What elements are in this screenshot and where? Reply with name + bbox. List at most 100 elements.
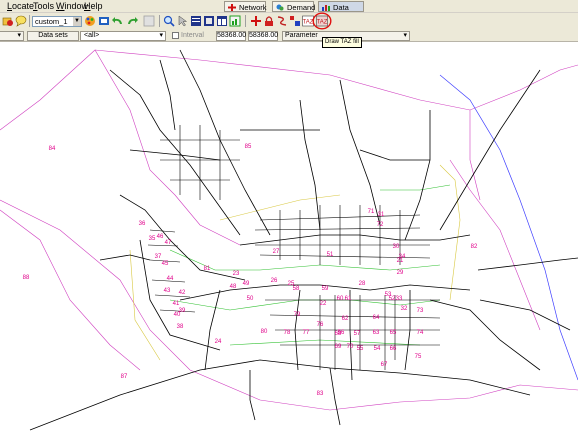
blue-boundary [439, 74, 578, 381]
zone-label: 62 [342, 316, 349, 322]
graphic-parameters-icon[interactable] [98, 15, 110, 27]
zoom-icon[interactable] [163, 15, 175, 27]
zone-border [94, 49, 578, 111]
redo-icon[interactable] [126, 15, 138, 27]
zone-label: 33 [396, 296, 403, 302]
chart-window-icon[interactable] [229, 15, 241, 27]
road [129, 149, 221, 161]
open-version-icon[interactable] [2, 15, 14, 27]
menu-help[interactable]: Help [84, 1, 103, 11]
road [159, 59, 176, 131]
zone-label: 85 [245, 144, 252, 150]
route-icon[interactable] [276, 15, 288, 27]
layout-icon[interactable] [143, 15, 155, 27]
options-bar: ▾ Data sets <all> ▾ Interval 58368.00 58… [0, 30, 578, 42]
zone-label: 44 [167, 276, 174, 282]
road [404, 110, 431, 241]
chevron-down-icon: ▾ [17, 32, 21, 39]
zone-label: 25 [288, 281, 295, 287]
zone-label: 24 [215, 339, 222, 345]
table-window-icon[interactable] [216, 15, 228, 27]
data-set-filter-value: <all> [84, 32, 100, 39]
road [179, 49, 271, 236]
pointer-icon[interactable] [177, 15, 189, 27]
road [249, 370, 256, 421]
zone-label: 64 [373, 315, 380, 321]
road [477, 257, 578, 271]
list-window-icon[interactable] [190, 15, 202, 27]
road [239, 234, 471, 246]
zone-label: 22 [320, 301, 327, 307]
data-sets-label: Data sets [38, 32, 68, 39]
road [299, 99, 321, 231]
zone-label: 48 [230, 284, 237, 290]
zone-label: 57 [354, 331, 361, 337]
options-left-box[interactable]: ▾ [0, 31, 24, 41]
zone-label: 47 [165, 240, 172, 246]
menu-locate[interactable]: Locate [7, 1, 34, 11]
data-sets-button[interactable]: Data sets [27, 31, 79, 41]
green-line [229, 339, 421, 346]
toolbar-separator [29, 15, 30, 27]
network-map[interactable]: 84 858887828381807978 77767574737271706968… [0, 43, 578, 434]
chevron-down-icon: ▼ [73, 17, 81, 26]
zone-label: 83 [317, 391, 324, 397]
tab-demand[interactable]: Demand [272, 1, 316, 12]
road-network [29, 49, 578, 431]
tab-data-label: Data [333, 3, 349, 12]
zone-label: 45 [162, 261, 169, 267]
value-from-field[interactable]: 58368.00 [216, 31, 246, 41]
zone-label: 39 [179, 308, 186, 314]
tab-data[interactable]: Data [318, 1, 364, 12]
zone-label: 41 [173, 301, 180, 307]
road [204, 289, 221, 371]
data-set-filter-select[interactable]: <all> ▾ [80, 31, 166, 41]
zone-label: 43 [164, 288, 171, 294]
road [439, 69, 541, 231]
road [109, 69, 241, 236]
road [359, 149, 430, 161]
zone-select-icon[interactable] [289, 15, 301, 27]
grid-road [254, 214, 441, 346]
insert-node-icon[interactable] [250, 15, 262, 27]
road [429, 299, 541, 371]
zone-label: 61 [345, 296, 352, 302]
zone-label: 35 [149, 236, 156, 242]
tab-network[interactable]: Network [224, 1, 267, 12]
zone-label: 55 [357, 346, 364, 352]
graphic-parameters-value: custom_1 [35, 17, 68, 26]
zone-label: 78 [284, 330, 291, 336]
menu-tools[interactable]: Tools [33, 1, 54, 11]
value-to-field[interactable]: 58368.00 [248, 31, 278, 41]
undo-icon[interactable] [112, 15, 124, 27]
grid-road [147, 229, 196, 313]
zone-label: 30 [393, 244, 400, 250]
zone-border [0, 49, 241, 246]
road [349, 290, 353, 381]
yellow-line [129, 249, 161, 361]
zone-border [0, 209, 141, 371]
zone-label: 37 [155, 254, 162, 260]
road [329, 367, 341, 426]
comment-icon[interactable] [15, 15, 27, 27]
color-palette-icon[interactable] [84, 15, 96, 27]
interval-checkbox[interactable] [172, 32, 179, 39]
value-from-text: 58368.00 [217, 32, 247, 39]
graphic-parameters-select[interactable]: custom_1 ▼ [32, 16, 82, 27]
zone-label: 80 [261, 329, 268, 335]
zone-label: 46 [157, 234, 164, 240]
tab-demand-label: Demand [287, 3, 316, 12]
zone-label: 56 [338, 330, 345, 336]
zone-label: 49 [243, 281, 250, 287]
highlight-circle-icon [312, 12, 332, 30]
zone-label: 51 [327, 252, 334, 258]
zone-label: 70 [347, 344, 354, 350]
lock-icon[interactable] [263, 15, 275, 27]
grid-road [160, 125, 240, 200]
zone-label: 23 [233, 271, 240, 277]
zone-label: 50 [247, 296, 254, 302]
zone-label: 67 [381, 362, 388, 368]
graphic-window-icon[interactable] [203, 15, 215, 27]
zone-label: 59 [322, 286, 329, 292]
zone-label: 21 [397, 258, 404, 264]
